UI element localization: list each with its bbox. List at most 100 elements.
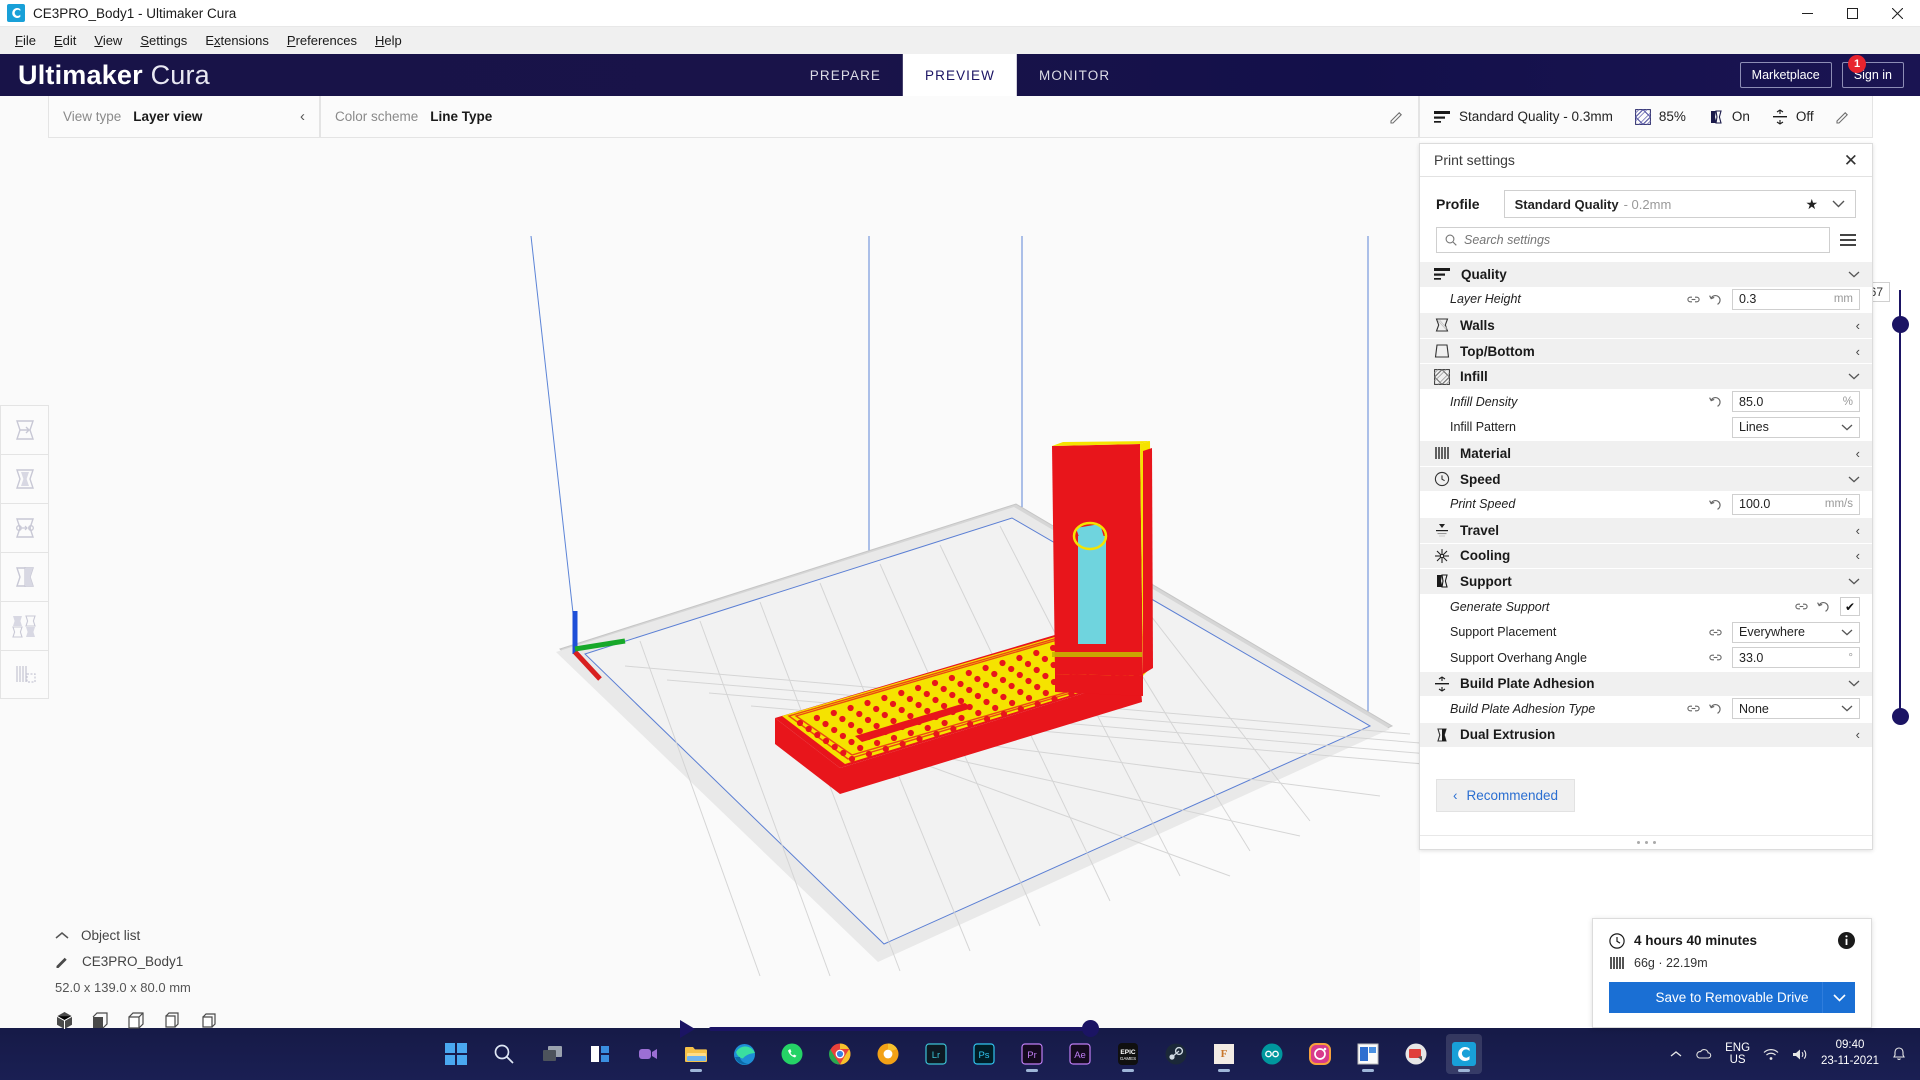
setting-value-dropdown[interactable]: Lines [1732,417,1860,438]
taskbar-chrome-canary-icon[interactable] [870,1034,906,1074]
setting-value-field[interactable]: 33.0° [1732,647,1860,668]
menu-view[interactable]: View [85,29,131,52]
taskbar-chrome-icon[interactable] [822,1034,858,1074]
profile-dropdown[interactable]: Standard Quality - 0.2mm ★ [1504,190,1856,218]
tray-volume-icon[interactable] [1792,1048,1808,1061]
chevron-down-icon[interactable] [1841,424,1853,431]
chevron-down-icon[interactable] [1848,476,1860,483]
chevron-down-icon[interactable] [1848,680,1860,687]
save-to-removable-drive-button[interactable]: Save to Removable Drive [1609,982,1855,1013]
view-type-selector[interactable]: View type Layer view ‹ [48,96,320,138]
chevron-down-icon[interactable] [1848,271,1860,278]
print-setup-selector-bar[interactable]: Standard Quality - 0.3mm 85% On Off [1419,96,1873,138]
chevron-down-icon[interactable] [1848,373,1860,380]
taskbar-cura-icon[interactable] [1446,1034,1482,1074]
settings-category-dual-extrusion[interactable]: Dual Extrusion‹ [1420,722,1872,748]
settings-category-speed[interactable]: Speed [1420,466,1872,492]
setting-value-field[interactable]: 100.0mm/s [1732,494,1860,515]
chevron-left-icon[interactable]: ‹ [1856,548,1860,563]
tab-preview[interactable]: PREVIEW [903,54,1017,96]
edit-pencil-icon[interactable] [1390,110,1404,124]
tool-move[interactable] [0,405,49,454]
link-icon[interactable] [1709,627,1722,638]
settings-category-top-bottom[interactable]: Top/Bottom‹ [1420,338,1872,364]
settings-list[interactable]: QualityLayer Height0.3mmWalls‹Top/Bottom… [1420,261,1872,776]
setting-value-dropdown[interactable]: None [1732,698,1860,719]
settings-category-infill[interactable]: Infill [1420,363,1872,389]
revert-icon[interactable] [1709,498,1722,511]
settings-category-support[interactable]: Support [1420,568,1872,594]
taskbar-task-view-icon[interactable] [534,1034,570,1074]
settings-category-quality[interactable]: Quality [1420,261,1872,287]
tab-prepare[interactable]: PREPARE [788,54,903,96]
setting-value-checkbox[interactable]: ✔ [1840,597,1860,616]
chevron-down-icon[interactable] [1841,629,1853,636]
layer-slider[interactable]: 267 [1886,290,1914,720]
taskbar-file-explorer-icon[interactable] [678,1034,714,1074]
chevron-down-icon[interactable] [1822,982,1855,1013]
close-icon[interactable]: ✕ [1844,152,1858,169]
simulation-slider-handle[interactable] [1082,1020,1099,1037]
link-icon[interactable] [1687,703,1700,714]
taskbar-whatsapp-icon[interactable] [774,1034,810,1074]
taskbar-vlc-icon[interactable] [1350,1034,1386,1074]
view-top-icon[interactable] [127,1011,146,1030]
chevron-left-icon[interactable]: ‹ [274,108,305,125]
chevron-left-icon[interactable]: ‹ [1856,727,1860,742]
chevron-left-icon[interactable]: ‹ [1856,318,1860,333]
layer-slider-handle-top[interactable] [1892,316,1909,333]
setting-value-field[interactable]: 0.3mm [1732,289,1860,310]
play-icon[interactable] [680,1020,695,1038]
view-right-icon[interactable] [199,1011,218,1030]
close-button[interactable] [1875,0,1920,27]
color-scheme-selector[interactable]: Color scheme Line Type [320,96,1419,138]
taskbar-widgets-icon[interactable] [582,1034,618,1074]
search-input[interactable] [1464,233,1821,247]
taskbar-edge-icon[interactable] [726,1034,762,1074]
revert-icon[interactable] [1817,600,1830,613]
menu-settings[interactable]: Settings [131,29,196,52]
search-settings-box[interactable] [1436,227,1830,253]
settings-visibility-menu-icon[interactable] [1840,234,1856,246]
revert-icon[interactable] [1709,395,1722,408]
view-front-icon[interactable] [91,1011,110,1030]
setting-infill-pattern[interactable]: Infill PatternLines [1420,415,1872,441]
menu-extensions[interactable]: Extensions [196,29,278,52]
tool-per-model-settings[interactable] [0,601,49,650]
settings-category-walls[interactable]: Walls‹ [1420,312,1872,338]
taskbar-instagram-icon[interactable] [1302,1034,1338,1074]
taskbar-search-icon[interactable] [486,1034,522,1074]
3d-viewport[interactable]: View type Layer view ‹ Color scheme Line… [0,96,1420,1028]
link-icon[interactable] [1687,294,1700,305]
custom-settings-pencil-icon[interactable] [1836,110,1850,124]
taskbar-fusion360-icon[interactable]: F [1206,1034,1242,1074]
setting-generate-support[interactable]: Generate Support✔ [1420,594,1872,620]
setting-infill-density[interactable]: Infill Density85.0% [1420,389,1872,415]
taskbar-premiere-icon[interactable]: Pr [1014,1034,1050,1074]
setting-print-speed[interactable]: Print Speed100.0mm/s [1420,491,1872,517]
tray-onedrive-icon[interactable] [1695,1048,1712,1060]
menu-preferences[interactable]: Preferences [278,29,366,52]
simulation-slider-track[interactable] [709,1027,1099,1031]
tray-network-icon[interactable] [1763,1048,1779,1061]
taskbar-screen-recorder-icon[interactable] [1398,1034,1434,1074]
taskbar-start-button[interactable] [438,1034,474,1074]
chevron-down-icon[interactable] [1848,578,1860,585]
revert-icon[interactable] [1709,293,1722,306]
tool-scale[interactable] [0,454,49,503]
taskbar-teams-icon[interactable] [630,1034,666,1074]
clock[interactable]: 09:40 23-11-2021 [1821,1038,1879,1069]
marketplace-button[interactable]: Marketplace [1740,62,1832,88]
revert-icon[interactable] [1709,702,1722,715]
chevron-left-icon[interactable]: ‹ [1856,523,1860,538]
view-3d-icon[interactable] [55,1011,74,1030]
menu-help[interactable]: Help [366,29,411,52]
tool-mirror[interactable] [0,552,49,601]
info-icon[interactable] [1838,932,1855,949]
view-left-icon[interactable] [163,1011,182,1030]
setting-support-placement[interactable]: Support PlacementEverywhere [1420,619,1872,645]
taskbar-epic-games-icon[interactable]: EPICGAMES [1110,1034,1146,1074]
taskbar-steam-icon[interactable] [1158,1034,1194,1074]
object-list-item[interactable]: CE3PRO_Body1 [55,948,355,974]
settings-category-material[interactable]: Material‹ [1420,440,1872,466]
